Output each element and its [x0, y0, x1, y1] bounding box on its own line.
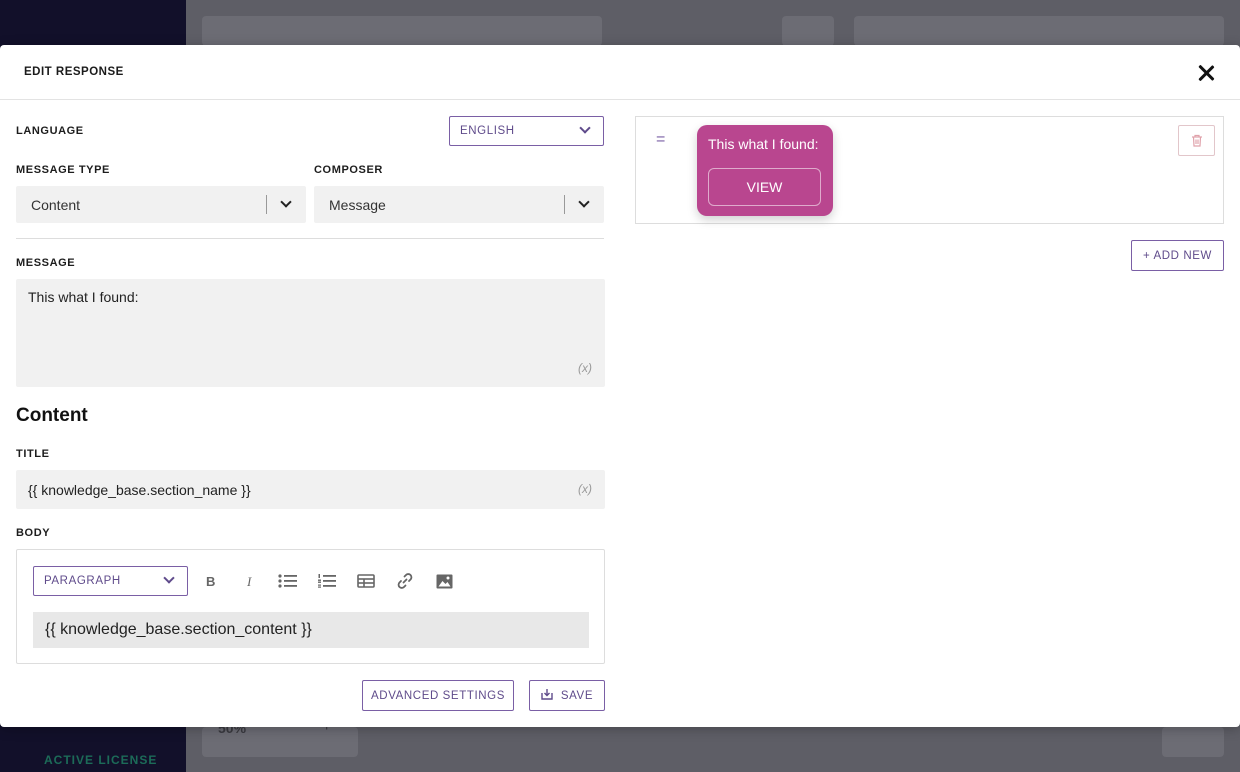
background-action-card — [1162, 727, 1224, 757]
body-editor-content[interactable]: {{ knowledge_base.section_content }} — [33, 612, 589, 648]
language-label: LANGUAGE — [16, 125, 84, 137]
composer-select[interactable]: Message — [314, 186, 604, 223]
message-type-select[interactable]: Content — [16, 186, 306, 223]
language-select-value: ENGLISH — [460, 125, 515, 137]
section-divider — [16, 238, 604, 239]
link-icon[interactable] — [394, 571, 416, 591]
select-separator — [564, 195, 565, 214]
close-icon[interactable] — [1194, 61, 1218, 85]
background-collapse-card — [782, 16, 834, 46]
advanced-settings-label: ADVANCED SETTINGS — [371, 689, 505, 702]
numbered-list-icon[interactable] — [316, 571, 338, 591]
chevron-down-icon — [163, 572, 175, 584]
add-new-button[interactable]: + ADD NEW — [1131, 240, 1224, 271]
bullet-list-icon[interactable] — [277, 571, 299, 591]
trash-icon — [1191, 134, 1202, 147]
content-heading: Content — [16, 405, 88, 426]
preview-message-bubble: This what I found: VIEW — [697, 125, 833, 216]
bold-icon[interactable]: B — [200, 571, 222, 591]
message-text: This what I found: — [28, 289, 139, 305]
response-preview-panel: = This what I found: VIEW — [635, 116, 1224, 224]
image-icon[interactable] — [433, 571, 455, 591]
select-separator — [266, 195, 267, 214]
modal-header: EDIT RESPONSE — [0, 45, 1240, 100]
chevron-down-icon — [280, 196, 292, 208]
message-type-label: MESSAGE TYPE — [16, 164, 110, 176]
modal-title: EDIT RESPONSE — [24, 66, 124, 78]
message-type-value: Content — [31, 196, 81, 213]
preview-view-button[interactable]: VIEW — [708, 168, 821, 206]
chevron-down-icon — [578, 196, 590, 208]
title-input-value: {{ knowledge_base.section_name }} — [28, 481, 251, 498]
save-button[interactable]: SAVE — [529, 680, 605, 711]
table-icon[interactable] — [355, 571, 377, 591]
svg-text:I: I — [246, 574, 252, 588]
body-label: BODY — [16, 527, 51, 539]
advanced-settings-button[interactable]: ADVANCED SETTINGS — [362, 680, 514, 711]
block-format-select[interactable]: PARAGRAPH — [33, 566, 188, 596]
composer-value: Message — [329, 196, 386, 213]
background-header-card — [202, 16, 602, 46]
body-content-text: {{ knowledge_base.section_content }} — [45, 621, 312, 638]
preview-view-label: VIEW — [746, 179, 783, 195]
background-tabs-card — [854, 16, 1224, 46]
body-rich-text-editor: PARAGRAPH B I {{knowledge_base.section_… — [16, 549, 605, 664]
message-textarea[interactable]: This what I found: (x) — [16, 279, 605, 387]
save-icon — [541, 688, 553, 703]
edit-response-modal: EDIT RESPONSE LANGUAGE ENGLISH MESSAGE T… — [0, 45, 1240, 727]
composer-label: COMPOSER — [314, 164, 383, 176]
add-new-label: + ADD NEW — [1143, 249, 1212, 262]
chevron-down-icon — [579, 122, 591, 134]
svg-text:B: B — [206, 574, 215, 588]
drag-handle-icon[interactable]: = — [656, 131, 665, 149]
italic-icon[interactable]: I — [239, 571, 261, 591]
variable-icon[interactable]: (x) — [578, 482, 592, 496]
active-license-label: ACTIVE LICENSE — [44, 753, 158, 767]
title-label: TITLE — [16, 448, 50, 460]
message-label: MESSAGE — [16, 257, 76, 269]
preview-bubble-text: This what I found: — [708, 136, 819, 152]
language-select[interactable]: ENGLISH — [449, 116, 604, 146]
title-input[interactable]: {{ knowledge_base.section_name }} (x) — [16, 470, 605, 509]
block-format-value: PARAGRAPH — [44, 575, 121, 587]
save-label: SAVE — [560, 689, 594, 702]
delete-button[interactable] — [1178, 125, 1215, 156]
variable-icon[interactable]: (x) — [578, 361, 592, 375]
